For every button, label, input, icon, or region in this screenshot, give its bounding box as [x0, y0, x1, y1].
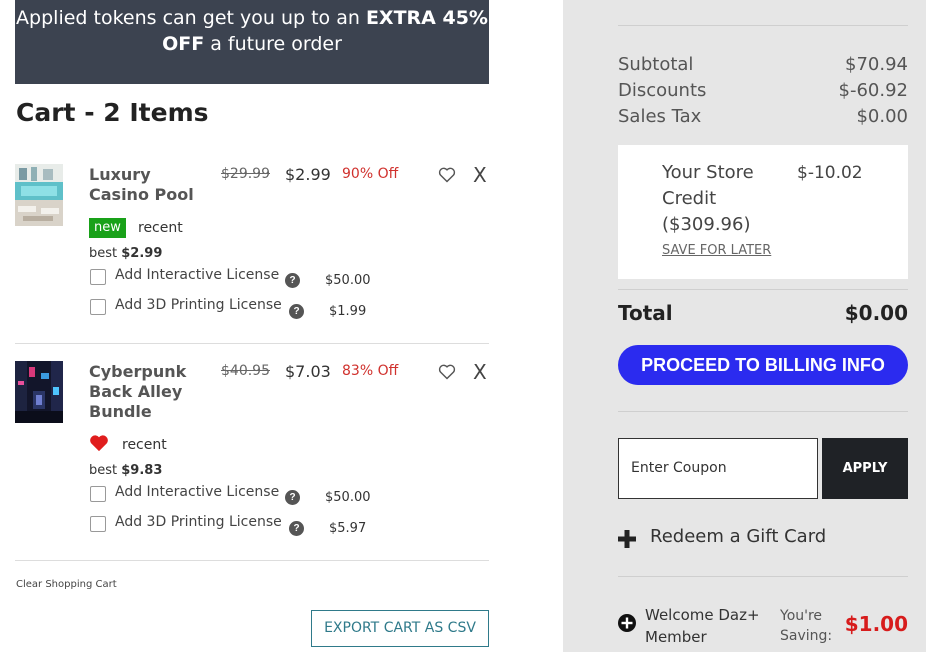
promo-banner: Applied tokens can get you up to an EXTR…	[15, 0, 489, 84]
banner-text: Applied tokens can get you up to an	[16, 7, 366, 29]
redeem-gift-card[interactable]: Redeem a Gift Card	[618, 526, 908, 552]
sale-price: $2.99	[285, 165, 331, 184]
summary-divider	[618, 576, 908, 577]
sale-price: $7.03	[285, 362, 331, 381]
interactive-license-option[interactable]: Add Interactive License ? $50.00	[89, 484, 389, 506]
new-badge: new	[89, 218, 126, 238]
export-csv-button[interactable]: EXPORT CART AS CSV	[311, 610, 489, 647]
remove-item-button[interactable]: X	[473, 163, 487, 187]
subtotal-label: Subtotal	[618, 54, 694, 75]
summary-divider	[618, 411, 908, 412]
tax-row: Sales Tax $0.00	[618, 106, 908, 127]
3d-printing-license-option[interactable]: Add 3D Printing License ? $1.99	[89, 297, 389, 319]
original-price: $29.99	[221, 166, 270, 182]
store-credit-value: $-10.02	[797, 163, 863, 183]
interactive-license-checkbox[interactable]	[90, 269, 106, 285]
help-icon[interactable]: ?	[289, 304, 304, 319]
license-price: $5.97	[329, 521, 367, 536]
apply-coupon-button[interactable]: APPLY	[822, 438, 908, 499]
best-label: best	[89, 463, 122, 478]
license-label: Add Interactive License	[115, 267, 280, 283]
banner-text-2: a future order	[204, 33, 342, 55]
banner-bold-2: OFF	[162, 33, 205, 55]
clear-cart-link[interactable]: Clear Shopping Cart	[16, 579, 117, 590]
total-row: Total $0.00	[618, 301, 908, 325]
cart-item: Cyberpunk Back Alley Bundle $40.95 $7.03…	[15, 360, 489, 541]
cart-item: Luxury Casino Pool $29.99 $2.99 90% Off …	[15, 163, 489, 334]
saving-label: You're Saving:	[780, 608, 833, 644]
heart-outline-icon[interactable]	[438, 364, 456, 380]
license-price: $50.00	[325, 273, 371, 288]
license-price: $50.00	[325, 490, 371, 505]
tax-label: Sales Tax	[618, 106, 702, 127]
recent-label: recent	[138, 220, 183, 236]
discounts-row: Discounts $-60.92	[618, 80, 908, 101]
product-name[interactable]: Luxury Casino Pool	[89, 165, 199, 205]
tax-value: $0.00	[856, 106, 908, 127]
total-label: Total	[618, 301, 673, 325]
3d-printing-license-checkbox[interactable]	[90, 299, 106, 315]
membership-savings: Welcome Daz+ Member You're Saving: $1.00	[618, 604, 908, 648]
proceed-to-billing-button[interactable]: PROCEED TO BILLING INFO	[618, 345, 908, 385]
save-for-later-link[interactable]: SAVE FOR LATER	[662, 243, 771, 258]
best-price-value: $9.83	[121, 463, 163, 478]
license-label: Add Interactive License	[115, 484, 280, 500]
license-price: $1.99	[329, 304, 367, 319]
best-price-value: $2.99	[121, 246, 163, 261]
best-price: best $2.99	[89, 246, 162, 261]
best-label: best	[89, 246, 122, 261]
store-credit-box: Your Store Credit ($309.96) $-10.02 SAVE…	[618, 145, 908, 279]
heart-filled-icon	[90, 435, 108, 452]
discounts-value: $-60.92	[838, 80, 908, 101]
product-thumbnail[interactable]	[15, 164, 63, 226]
welcome-member-label: Welcome Daz+ Member	[645, 606, 760, 646]
discounts-label: Discounts	[618, 80, 707, 101]
item-divider	[15, 343, 489, 344]
cart-title: Cart - 2 Items	[16, 98, 209, 127]
summary-divider	[618, 25, 908, 26]
circle-plus-icon[interactable]	[618, 614, 636, 632]
heart-outline-icon[interactable]	[438, 167, 456, 183]
3d-printing-license-checkbox[interactable]	[90, 516, 106, 532]
store-credit-label: Your Store Credit ($309.96)	[662, 162, 754, 235]
help-icon[interactable]: ?	[285, 273, 300, 288]
banner-bold-1: EXTRA 45%	[365, 7, 488, 29]
license-label: Add 3D Printing License	[115, 297, 282, 313]
subtotal-row: Subtotal $70.94	[618, 54, 908, 75]
summary-divider	[618, 289, 908, 290]
license-label: Add 3D Printing License	[115, 514, 282, 530]
help-icon[interactable]: ?	[285, 490, 300, 505]
best-price: best $9.83	[89, 463, 162, 478]
item-divider	[15, 560, 489, 561]
subtotal-value: $70.94	[845, 54, 908, 75]
order-summary: Subtotal $70.94 Discounts $-60.92 Sales …	[563, 0, 926, 652]
plus-icon	[618, 530, 636, 548]
original-price: $40.95	[221, 363, 270, 379]
interactive-license-option[interactable]: Add Interactive License ? $50.00	[89, 267, 389, 289]
discount-percent: 90% Off	[342, 166, 399, 182]
recent-label: recent	[122, 437, 167, 453]
interactive-license-checkbox[interactable]	[90, 486, 106, 502]
total-value: $0.00	[844, 301, 908, 325]
product-thumbnail[interactable]	[15, 361, 63, 423]
help-icon[interactable]: ?	[289, 521, 304, 536]
discount-percent: 83% Off	[342, 363, 399, 379]
remove-item-button[interactable]: X	[473, 360, 487, 384]
coupon-input[interactable]: Enter Coupon	[618, 438, 818, 499]
product-name[interactable]: Cyberpunk Back Alley Bundle	[89, 362, 199, 422]
saving-value: $1.00	[844, 612, 908, 636]
3d-printing-license-option[interactable]: Add 3D Printing License ? $5.97	[89, 514, 389, 536]
gift-card-label: Redeem a Gift Card	[650, 526, 827, 547]
